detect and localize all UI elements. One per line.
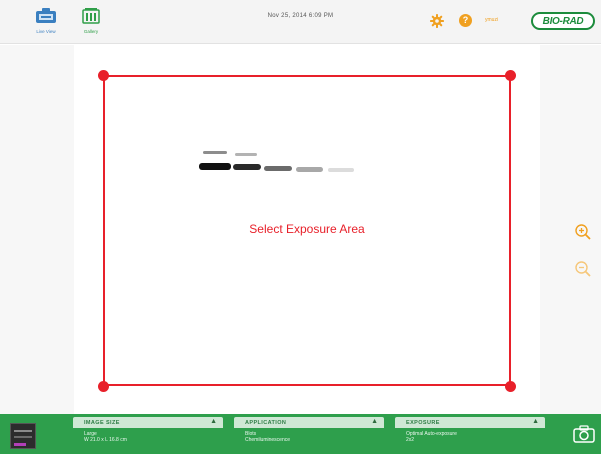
thumbnail-band	[14, 436, 32, 438]
selection-handle-bottom-right[interactable]	[505, 381, 516, 392]
gallery-button[interactable]: Gallery	[69, 6, 113, 40]
image-size-title: IMAGE SIZE	[84, 419, 120, 426]
chevron-up-icon[interactable]: ▲	[371, 418, 378, 425]
exposure-binning: 2x2	[406, 437, 415, 443]
selection-handle-top-left[interactable]	[98, 70, 109, 81]
zoom-in-icon[interactable]	[574, 223, 592, 241]
camera-icon[interactable]	[573, 425, 595, 443]
help-icon[interactable]: ?	[459, 14, 472, 27]
user-label[interactable]: ymuzi	[485, 17, 498, 23]
thumbnail-band	[14, 430, 32, 432]
application-title: APPLICATION	[245, 419, 287, 426]
gallery-label: Gallery	[83, 29, 99, 34]
top-toolbar: Live View Gallery Nov 25, 2014 6:09 PM ?…	[0, 0, 601, 44]
selection-handle-top-right[interactable]	[505, 70, 516, 81]
select-exposure-area-label: Select Exposure Area	[249, 222, 365, 236]
left-margin	[0, 45, 74, 414]
gear-icon[interactable]	[430, 14, 444, 28]
thumbnail-band	[14, 443, 26, 446]
image-size-panel[interactable]: IMAGE SIZE ▲ Large W 21.0 x L 16.8 cm	[73, 417, 223, 454]
zoom-out-icon[interactable]	[574, 260, 592, 278]
exposure-header[interactable]: EXPOSURE ▲	[395, 417, 545, 428]
application-panel[interactable]: APPLICATION ▲ Blots Chemiluminescence	[234, 417, 384, 454]
live-view-button[interactable]: Live View	[24, 6, 68, 40]
chevron-up-icon[interactable]: ▲	[210, 418, 217, 425]
image-size-dimensions: W 21.0 x L 16.8 cm	[84, 437, 127, 443]
exposure-panel[interactable]: EXPOSURE ▲ Optimal Auto-exposure 2x2	[395, 417, 545, 454]
chevron-up-icon[interactable]: ▲	[532, 418, 539, 425]
selection-handle-bottom-left[interactable]	[98, 381, 109, 392]
logo-text: BIO-RAD	[542, 15, 584, 27]
live-view-label: Live View	[36, 29, 56, 34]
application-header[interactable]: APPLICATION ▲	[234, 417, 384, 428]
date-time: Nov 25, 2014 6:09 PM	[267, 13, 334, 19]
bio-rad-logo: BIO-RAD	[531, 12, 595, 30]
last-image-thumbnail[interactable]	[10, 423, 36, 449]
image-size-header[interactable]: IMAGE SIZE ▲	[73, 417, 223, 428]
exposure-title: EXPOSURE	[406, 419, 440, 426]
application-detail: Chemiluminescence	[245, 437, 291, 443]
